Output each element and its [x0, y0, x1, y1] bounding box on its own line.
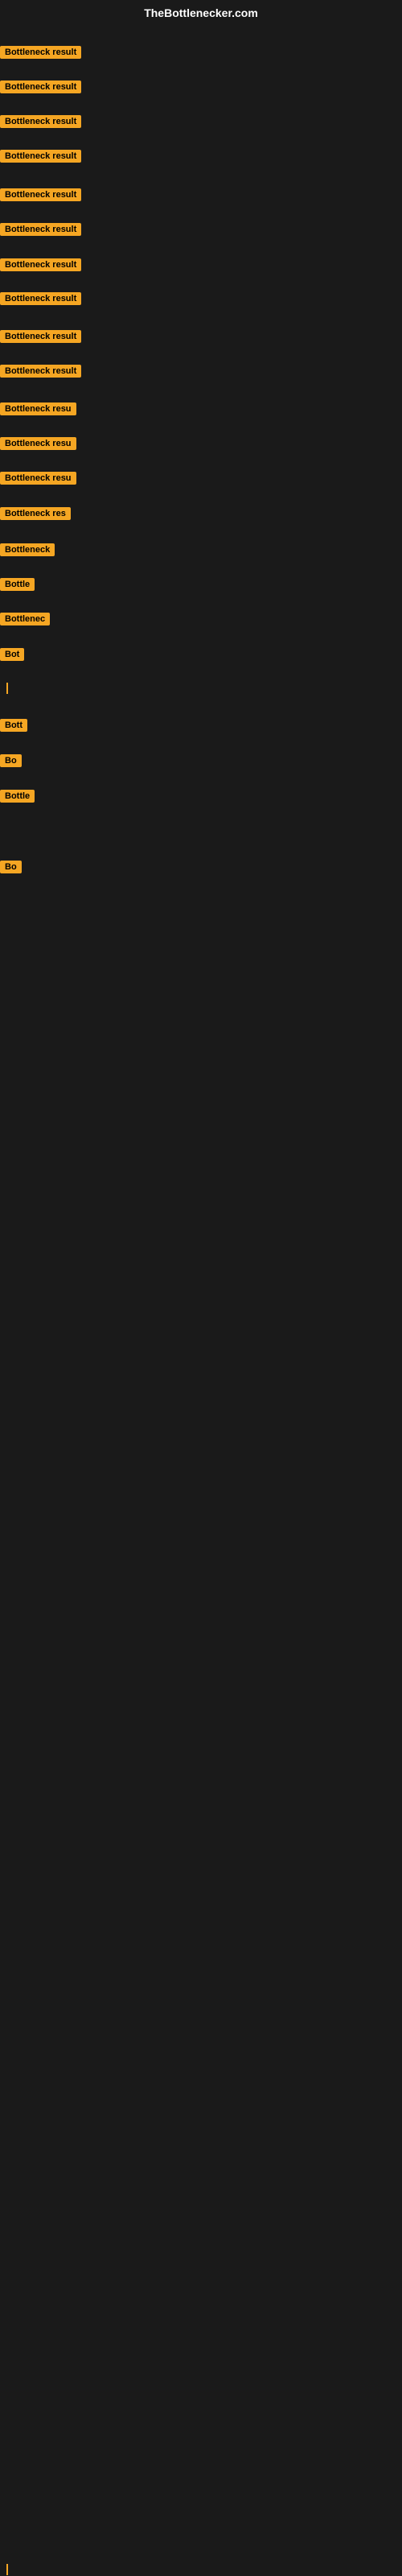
bottleneck-badge-17: Bottlenec: [0, 613, 50, 625]
bottleneck-badge-22: Bo: [0, 861, 22, 873]
cursor-line-2: [6, 2564, 8, 2575]
bottleneck-badge-5: Bottleneck result: [0, 188, 81, 201]
bottleneck-badge-19: Bott: [0, 719, 27, 732]
bottleneck-badge-9: Bottleneck result: [0, 330, 81, 343]
bottleneck-badge-14: Bottleneck res: [0, 507, 71, 520]
bottleneck-badge-6: Bottleneck result: [0, 223, 81, 236]
bottleneck-badge-3: Bottleneck result: [0, 115, 81, 128]
bottleneck-badge-1: Bottleneck result: [0, 46, 81, 59]
bottleneck-badge-21: Bottle: [0, 790, 35, 803]
bottleneck-badge-13: Bottleneck resu: [0, 472, 76, 485]
site-title: TheBottlenecker.com: [144, 6, 258, 19]
bottleneck-badge-7: Bottleneck result: [0, 258, 81, 271]
bottleneck-badge-10: Bottleneck result: [0, 365, 81, 378]
bottleneck-badge-12: Bottleneck resu: [0, 437, 76, 450]
bottleneck-badge-2: Bottleneck result: [0, 80, 81, 93]
bottleneck-badge-15: Bottleneck: [0, 543, 55, 556]
bottleneck-badge-11: Bottleneck resu: [0, 402, 76, 415]
cursor-line-1: [6, 683, 8, 694]
bottleneck-badge-4: Bottleneck result: [0, 150, 81, 163]
bottleneck-badge-8: Bottleneck result: [0, 292, 81, 305]
bottleneck-badge-18: Bot: [0, 648, 24, 661]
bottleneck-badge-20: Bo: [0, 754, 22, 767]
bottleneck-badge-16: Bottle: [0, 578, 35, 591]
